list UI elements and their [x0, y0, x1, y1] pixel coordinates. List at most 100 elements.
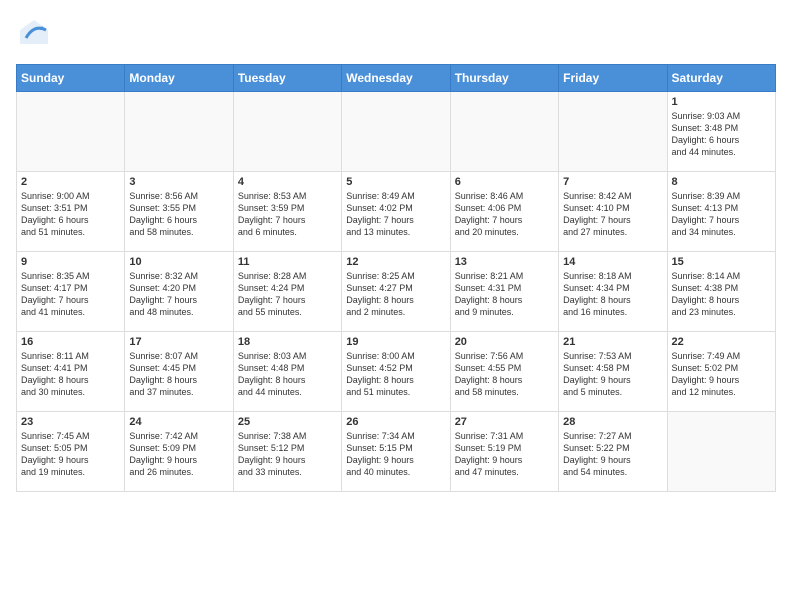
- day-cell: 11Sunrise: 8:28 AM Sunset: 4:24 PM Dayli…: [233, 252, 341, 332]
- day-cell: 6 Sunrise: 8:46 AM Sunset: 4:06 PM Daylig…: [450, 172, 558, 252]
- day-cell: 12 Sunrise: 8:25 AM Sunset: 4:27 PM Dayli…: [342, 252, 450, 332]
- day-cell: 21 Sunrise: 7:53 AM Sunset: 4:58 PM Dayli…: [559, 332, 667, 412]
- day-number: 24: [129, 416, 228, 428]
- day-info: Sunrise: 8:00 AM Sunset: 4:52 PM Dayligh…: [346, 350, 445, 399]
- day-info: Sunrise: 7:27 AM Sunset: 5:22 PM Dayligh…: [563, 430, 662, 479]
- day-number: 15: [672, 256, 771, 268]
- day-info: Sunrise: 9:00 AM Sunset: 3:51 PM Dayligh…: [21, 190, 120, 239]
- day-info: Sunrise: 8:35 AM Sunset: 4:17 PM Dayligh…: [21, 270, 120, 319]
- day-cell: 16 Sunrise: 8:11 AM Sunset: 4:41 PM Dayli…: [17, 332, 125, 412]
- day-number: 25: [238, 416, 337, 428]
- day-info: Sunrise: 8:28 AM Sunset: 4:24 PM Dayligh…: [238, 270, 337, 319]
- day-info: Sunrise: 7:56 AM Sunset: 4:55 PM Dayligh…: [455, 350, 554, 399]
- logo-icon: [16, 16, 52, 52]
- day-number: 26: [346, 416, 445, 428]
- day-info: Sunrise: 8:49 AM Sunset: 4:02 PM Dayligh…: [346, 190, 445, 239]
- day-number: 2: [21, 176, 120, 188]
- day-cell: 15 Sunrise: 8:14 AM Sunset: 4:38 PM Dayli…: [667, 252, 775, 332]
- day-info: Sunrise: 7:45 AM Sunset: 5:05 PM Dayligh…: [21, 430, 120, 479]
- day-info: Sunrise: 8:18 AM Sunset: 4:34 PM Dayligh…: [563, 270, 662, 319]
- day-cell: [450, 92, 558, 172]
- calendar: SundayMondayTuesdayWednesdayThursdayFrid…: [16, 64, 776, 492]
- day-info: Sunrise: 8:25 AM Sunset: 4:27 PM Dayligh…: [346, 270, 445, 319]
- day-number: 6: [455, 176, 554, 188]
- day-cell: 1 Sunrise: 9:03 AM Sunset: 3:48 PM Daylig…: [667, 92, 775, 172]
- day-number: 8: [672, 176, 771, 188]
- day-cell: 19 Sunrise: 8:00 AM Sunset: 4:52 PM Dayli…: [342, 332, 450, 412]
- day-number: 17: [129, 336, 228, 348]
- day-number: 7: [563, 176, 662, 188]
- header: [16, 16, 776, 52]
- day-number: 10: [129, 256, 228, 268]
- day-cell: [125, 92, 233, 172]
- day-cell: 3 Sunrise: 8:56 AM Sunset: 3:55 PM Daylig…: [125, 172, 233, 252]
- day-info: Sunrise: 7:53 AM Sunset: 4:58 PM Dayligh…: [563, 350, 662, 399]
- day-cell: [342, 92, 450, 172]
- day-number: 23: [21, 416, 120, 428]
- day-cell: 23 Sunrise: 7:45 AM Sunset: 5:05 PM Dayli…: [17, 412, 125, 492]
- day-number: 3: [129, 176, 228, 188]
- day-info: Sunrise: 7:38 AM Sunset: 5:12 PM Dayligh…: [238, 430, 337, 479]
- day-number: 1: [672, 96, 771, 108]
- days-header-row: SundayMondayTuesdayWednesdayThursdayFrid…: [17, 65, 776, 92]
- day-number: 20: [455, 336, 554, 348]
- day-cell: 22 Sunrise: 7:49 AM Sunset: 5:02 PM Dayli…: [667, 332, 775, 412]
- day-info: Sunrise: 9:03 AM Sunset: 3:48 PM Dayligh…: [672, 110, 771, 159]
- week-row-1: 2 Sunrise: 9:00 AM Sunset: 3:51 PM Daylig…: [17, 172, 776, 252]
- day-number: 21: [563, 336, 662, 348]
- day-cell: [667, 412, 775, 492]
- week-row-4: 23 Sunrise: 7:45 AM Sunset: 5:05 PM Dayli…: [17, 412, 776, 492]
- day-cell: 10 Sunrise: 8:32 AM Sunset: 4:20 PM Dayli…: [125, 252, 233, 332]
- day-number: 12: [346, 256, 445, 268]
- day-info: Sunrise: 8:46 AM Sunset: 4:06 PM Dayligh…: [455, 190, 554, 239]
- day-header-friday: Friday: [559, 65, 667, 92]
- day-cell: 5 Sunrise: 8:49 AM Sunset: 4:02 PM Daylig…: [342, 172, 450, 252]
- day-cell: 28 Sunrise: 7:27 AM Sunset: 5:22 PM Dayli…: [559, 412, 667, 492]
- week-row-3: 16 Sunrise: 8:11 AM Sunset: 4:41 PM Dayli…: [17, 332, 776, 412]
- day-cell: 2 Sunrise: 9:00 AM Sunset: 3:51 PM Daylig…: [17, 172, 125, 252]
- day-info: Sunrise: 8:39 AM Sunset: 4:13 PM Dayligh…: [672, 190, 771, 239]
- day-info: Sunrise: 8:42 AM Sunset: 4:10 PM Dayligh…: [563, 190, 662, 239]
- day-number: 16: [21, 336, 120, 348]
- day-cell: 9Sunrise: 8:35 AM Sunset: 4:17 PM Daylig…: [17, 252, 125, 332]
- week-row-0: 1 Sunrise: 9:03 AM Sunset: 3:48 PM Daylig…: [17, 92, 776, 172]
- day-header-tuesday: Tuesday: [233, 65, 341, 92]
- day-cell: 13 Sunrise: 8:21 AM Sunset: 4:31 PM Dayli…: [450, 252, 558, 332]
- day-number: 19: [346, 336, 445, 348]
- day-cell: 26Sunrise: 7:34 AM Sunset: 5:15 PM Dayli…: [342, 412, 450, 492]
- day-number: 14: [563, 256, 662, 268]
- day-cell: [233, 92, 341, 172]
- day-cell: 14 Sunrise: 8:18 AM Sunset: 4:34 PM Dayli…: [559, 252, 667, 332]
- day-cell: 20 Sunrise: 7:56 AM Sunset: 4:55 PM Dayli…: [450, 332, 558, 412]
- day-cell: 24 Sunrise: 7:42 AM Sunset: 5:09 PM Dayli…: [125, 412, 233, 492]
- day-info: Sunrise: 8:21 AM Sunset: 4:31 PM Dayligh…: [455, 270, 554, 319]
- day-header-wednesday: Wednesday: [342, 65, 450, 92]
- day-header-saturday: Saturday: [667, 65, 775, 92]
- day-number: 13: [455, 256, 554, 268]
- week-row-2: 9Sunrise: 8:35 AM Sunset: 4:17 PM Daylig…: [17, 252, 776, 332]
- day-info: Sunrise: 8:03 AM Sunset: 4:48 PM Dayligh…: [238, 350, 337, 399]
- day-header-thursday: Thursday: [450, 65, 558, 92]
- logo: [16, 16, 56, 52]
- day-info: Sunrise: 8:14 AM Sunset: 4:38 PM Dayligh…: [672, 270, 771, 319]
- day-info: Sunrise: 8:56 AM Sunset: 3:55 PM Dayligh…: [129, 190, 228, 239]
- day-cell: 4Sunrise: 8:53 AM Sunset: 3:59 PM Daylig…: [233, 172, 341, 252]
- day-info: Sunrise: 8:32 AM Sunset: 4:20 PM Dayligh…: [129, 270, 228, 319]
- day-info: Sunrise: 7:42 AM Sunset: 5:09 PM Dayligh…: [129, 430, 228, 479]
- day-number: 5: [346, 176, 445, 188]
- day-info: Sunrise: 7:49 AM Sunset: 5:02 PM Dayligh…: [672, 350, 771, 399]
- day-number: 22: [672, 336, 771, 348]
- day-cell: 8 Sunrise: 8:39 AM Sunset: 4:13 PM Daylig…: [667, 172, 775, 252]
- day-info: Sunrise: 8:11 AM Sunset: 4:41 PM Dayligh…: [21, 350, 120, 399]
- day-info: Sunrise: 8:07 AM Sunset: 4:45 PM Dayligh…: [129, 350, 228, 399]
- day-cell: [17, 92, 125, 172]
- day-header-sunday: Sunday: [17, 65, 125, 92]
- day-cell: 27 Sunrise: 7:31 AM Sunset: 5:19 PM Dayli…: [450, 412, 558, 492]
- day-number: 18: [238, 336, 337, 348]
- day-number: 27: [455, 416, 554, 428]
- day-cell: 18 Sunrise: 8:03 AM Sunset: 4:48 PM Dayli…: [233, 332, 341, 412]
- day-number: 28: [563, 416, 662, 428]
- day-cell: [559, 92, 667, 172]
- day-info: Sunrise: 7:31 AM Sunset: 5:19 PM Dayligh…: [455, 430, 554, 479]
- day-cell: 7 Sunrise: 8:42 AM Sunset: 4:10 PM Daylig…: [559, 172, 667, 252]
